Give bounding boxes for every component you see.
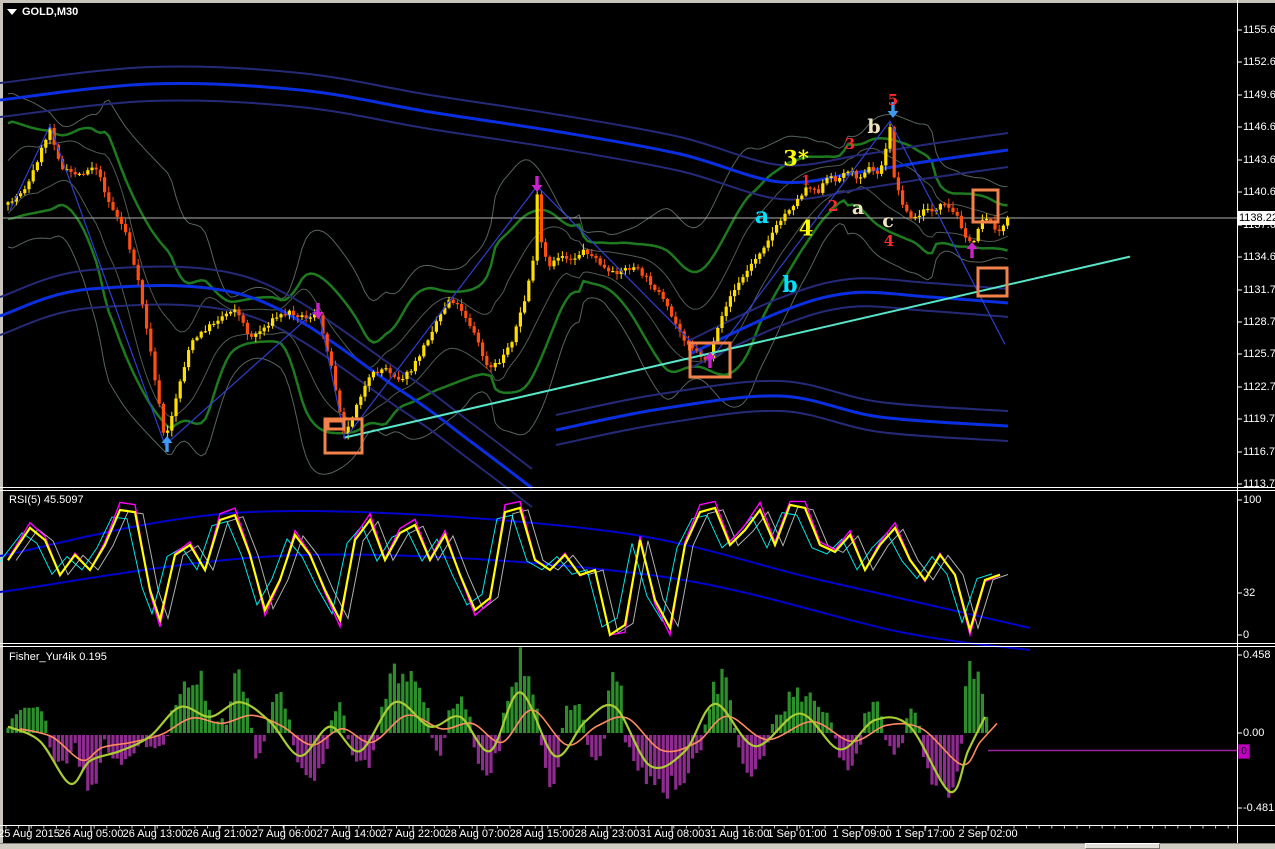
symbol-text: GOLD,M30 <box>22 6 79 18</box>
wave-label: b <box>782 272 798 298</box>
rsi-tick-label: 32 <box>1243 587 1256 599</box>
time-tick-label: 1 Sep 17:00 <box>895 828 955 840</box>
panel-splitter-fisher[interactable] <box>0 643 1275 648</box>
price-tick-label: 1125.70 <box>1243 348 1275 360</box>
price-tick-label: 1131.70 <box>1243 284 1275 296</box>
price-tick-label: 1149.65 <box>1243 89 1275 101</box>
time-tick-label: 27 Aug 14:00 <box>316 828 382 840</box>
rsi-panel[interactable] <box>3 492 1237 642</box>
time-tick-label: 26 Aug 13:00 <box>122 828 188 840</box>
rsi-indicator-label: RSI(5) 45.5097 <box>9 494 84 506</box>
price-tick-label: 1134.65 <box>1243 251 1275 263</box>
time-tick-label: 27 Aug 22:00 <box>380 828 446 840</box>
price-tick-label: 1113.70 <box>1243 478 1275 490</box>
price-tick-label: 1128.70 <box>1243 316 1275 328</box>
price-tick-label: 1140.65 <box>1243 186 1275 198</box>
price-tick-label: 1155.65 <box>1243 24 1275 36</box>
price-tick-label: 1146.65 <box>1243 121 1275 133</box>
time-tick-label: 31 Aug 08:00 <box>639 828 705 840</box>
symbol-marker-icon <box>7 9 17 15</box>
main-chart-panel[interactable] <box>3 3 1237 487</box>
wave-label: a <box>851 197 865 219</box>
fisher-panel[interactable] <box>3 648 1237 825</box>
wave-label: a <box>754 203 770 229</box>
time-tick-label: 26 Aug 21:00 <box>186 828 252 840</box>
wave-label: 3 <box>844 135 856 153</box>
wave-label: 4 <box>798 215 814 241</box>
current-price-badge: 1138.22 <box>1238 211 1275 225</box>
time-tick-label: 2 Sep 02:00 <box>958 828 1018 840</box>
fisher-indicator-label: Fisher_Yur4ik 0.195 <box>9 651 107 663</box>
wave-label: 5 <box>887 91 899 109</box>
time-tick-label: 28 Aug 07:00 <box>444 828 510 840</box>
wave-label: 4 <box>883 232 895 250</box>
time-tick-label: 26 Aug 05:00 <box>58 828 124 840</box>
scrollbar-thumb[interactable] <box>1085 843 1160 849</box>
price-tick-label: 1116.70 <box>1243 446 1275 458</box>
time-tick-label: 28 Aug 15:00 <box>509 828 575 840</box>
horizontal-scrollbar[interactable] <box>0 843 1275 849</box>
rsi-tick-label: 100 <box>1243 494 1262 506</box>
time-tick-label: 25 Aug 2015 <box>0 828 60 840</box>
chart-symbol-label[interactable]: GOLD,M30 <box>7 6 78 18</box>
fisher-tick-label: -0.481 <box>1243 802 1275 814</box>
fisher-tick-label: 0.00 <box>1243 727 1265 739</box>
time-tick-label: 28 Aug 23:00 <box>574 828 640 840</box>
time-tick-label: 1 Sep 01:00 <box>767 828 827 840</box>
wave-label: 3* <box>783 145 809 171</box>
wave-label: 2 <box>827 197 839 215</box>
time-tick-label: 31 Aug 16:00 <box>704 828 770 840</box>
time-tick-label: 1 Sep 09:00 <box>832 828 892 840</box>
wave-label: b <box>867 116 881 138</box>
fisher-tick-label: 0.458 <box>1243 649 1271 661</box>
panel-splitter-rsi[interactable] <box>0 487 1275 492</box>
price-tick-label: 1152.65 <box>1243 56 1275 68</box>
price-tick-label: 1143.65 <box>1243 154 1275 166</box>
wave-label: c <box>882 210 894 232</box>
price-tick-label: 1119.70 <box>1243 413 1275 425</box>
wave-label: 1 <box>801 173 811 189</box>
mt4-chart-window: { "window": { "symbol_label": "GOLD,M30"… <box>0 0 1275 849</box>
time-tick-label: 27 Aug 06:00 <box>251 828 317 840</box>
fisher-value-badge: 0 <box>1238 744 1250 759</box>
rsi-tick-label: 0 <box>1243 629 1250 641</box>
price-tick-label: 1122.70 <box>1243 381 1275 393</box>
